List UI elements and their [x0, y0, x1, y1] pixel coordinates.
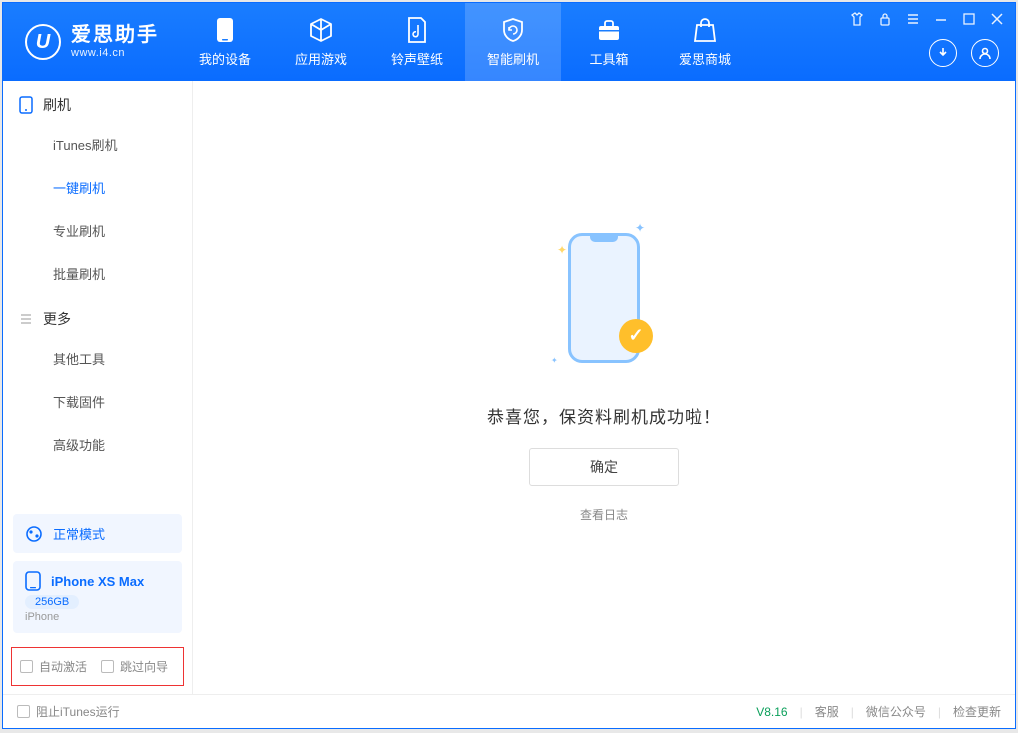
check-update-link[interactable]: 检查更新 — [953, 703, 1001, 720]
statusbar: 阻止iTunes运行 V8.16 | 客服 | 微信公众号 | 检查更新 — [3, 694, 1015, 728]
sparkle-icon: ✦ — [551, 356, 558, 365]
window-controls — [849, 11, 1005, 27]
mode-label: 正常模式 — [53, 524, 105, 543]
support-link[interactable]: 客服 — [815, 703, 839, 720]
user-icon[interactable] — [971, 39, 999, 67]
lock-icon[interactable] — [877, 11, 893, 27]
success-illustration: ✦ ✦ ✦ ✓ — [549, 213, 659, 383]
sparkle-icon: ✦ — [557, 243, 567, 257]
toolbox-icon — [596, 17, 622, 43]
device-type: iPhone — [25, 611, 170, 623]
tab-store[interactable]: 爱思商城 — [657, 3, 753, 81]
checkmark-badge-icon: ✓ — [619, 319, 653, 353]
ok-button[interactable]: 确定 — [529, 448, 679, 486]
download-icon[interactable] — [929, 39, 957, 67]
app-logo-icon: U — [25, 24, 61, 60]
checkbox-icon — [20, 660, 33, 673]
bag-icon — [692, 17, 718, 43]
sidebar-group-flash: 刷机 — [3, 81, 192, 123]
sidebar-item-advanced[interactable]: 高级功能 — [3, 423, 192, 466]
tab-toolbox[interactable]: 工具箱 — [561, 3, 657, 81]
tab-apps-games[interactable]: 应用游戏 — [273, 3, 369, 81]
maximize-button[interactable] — [961, 11, 977, 27]
mode-icon — [25, 525, 43, 543]
device-capacity: 256GB — [25, 595, 79, 609]
sidebar-item-other-tools[interactable]: 其他工具 — [3, 337, 192, 380]
app-name: 爱思助手 — [71, 25, 159, 45]
version-label: V8.16 — [756, 705, 787, 719]
main-content: ✦ ✦ ✦ ✓ 恭喜您，保资料刷机成功啦！ 确定 查看日志 — [193, 81, 1015, 694]
sidebar: 刷机 iTunes刷机 一键刷机 专业刷机 批量刷机 更多 其他工具 下载固件 … — [3, 81, 193, 694]
app-window: U 爱思助手 www.i4.cn 我的设备 应用游戏 铃声壁纸 智能刷机 — [2, 2, 1016, 729]
titlebar: U 爱思助手 www.i4.cn 我的设备 应用游戏 铃声壁纸 智能刷机 — [3, 3, 1015, 81]
logo-area: U 爱思助手 www.i4.cn — [3, 24, 177, 60]
checkbox-auto-activate[interactable]: 自动激活 — [20, 658, 87, 675]
wechat-link[interactable]: 微信公众号 — [866, 703, 926, 720]
device-card[interactable]: iPhone XS Max 256GB iPhone — [13, 561, 182, 633]
device-icon — [19, 96, 33, 114]
sidebar-item-oneclick-flash[interactable]: 一键刷机 — [3, 166, 192, 209]
checkbox-block-itunes[interactable]: 阻止iTunes运行 — [17, 703, 120, 720]
sidebar-item-pro-flash[interactable]: 专业刷机 — [3, 209, 192, 252]
cube-icon — [308, 17, 334, 43]
menu-icon[interactable] — [905, 11, 921, 27]
tab-ringtones[interactable]: 铃声壁纸 — [369, 3, 465, 81]
sidebar-item-batch-flash[interactable]: 批量刷机 — [3, 252, 192, 295]
sidebar-item-itunes-flash[interactable]: iTunes刷机 — [3, 123, 192, 166]
view-log-link[interactable]: 查看日志 — [580, 506, 628, 523]
music-file-icon — [404, 17, 430, 43]
list-icon — [19, 312, 33, 326]
tab-flash[interactable]: 智能刷机 — [465, 3, 561, 81]
user-controls — [929, 39, 999, 67]
phone-icon — [212, 17, 238, 43]
main-tabs: 我的设备 应用游戏 铃声壁纸 智能刷机 工具箱 爱思商城 — [177, 3, 753, 81]
checkbox-icon — [17, 705, 30, 718]
minimize-button[interactable] — [933, 11, 949, 27]
options-box: 自动激活 跳过向导 — [11, 647, 184, 686]
mode-card[interactable]: 正常模式 — [13, 514, 182, 553]
success-message: 恭喜您，保资料刷机成功啦！ — [487, 403, 721, 428]
tab-my-device[interactable]: 我的设备 — [177, 3, 273, 81]
sidebar-item-download-firmware[interactable]: 下载固件 — [3, 380, 192, 423]
checkbox-skip-guide[interactable]: 跳过向导 — [101, 658, 168, 675]
sidebar-group-more: 更多 — [3, 295, 192, 337]
checkbox-icon — [101, 660, 114, 673]
phone-small-icon — [25, 571, 41, 591]
close-button[interactable] — [989, 11, 1005, 27]
shield-refresh-icon — [500, 17, 526, 43]
shirt-icon[interactable] — [849, 11, 865, 27]
sparkle-icon: ✦ — [635, 221, 645, 235]
body: 刷机 iTunes刷机 一键刷机 专业刷机 批量刷机 更多 其他工具 下载固件 … — [3, 81, 1015, 694]
app-url: www.i4.cn — [71, 47, 159, 59]
device-name: iPhone XS Max — [51, 574, 144, 589]
